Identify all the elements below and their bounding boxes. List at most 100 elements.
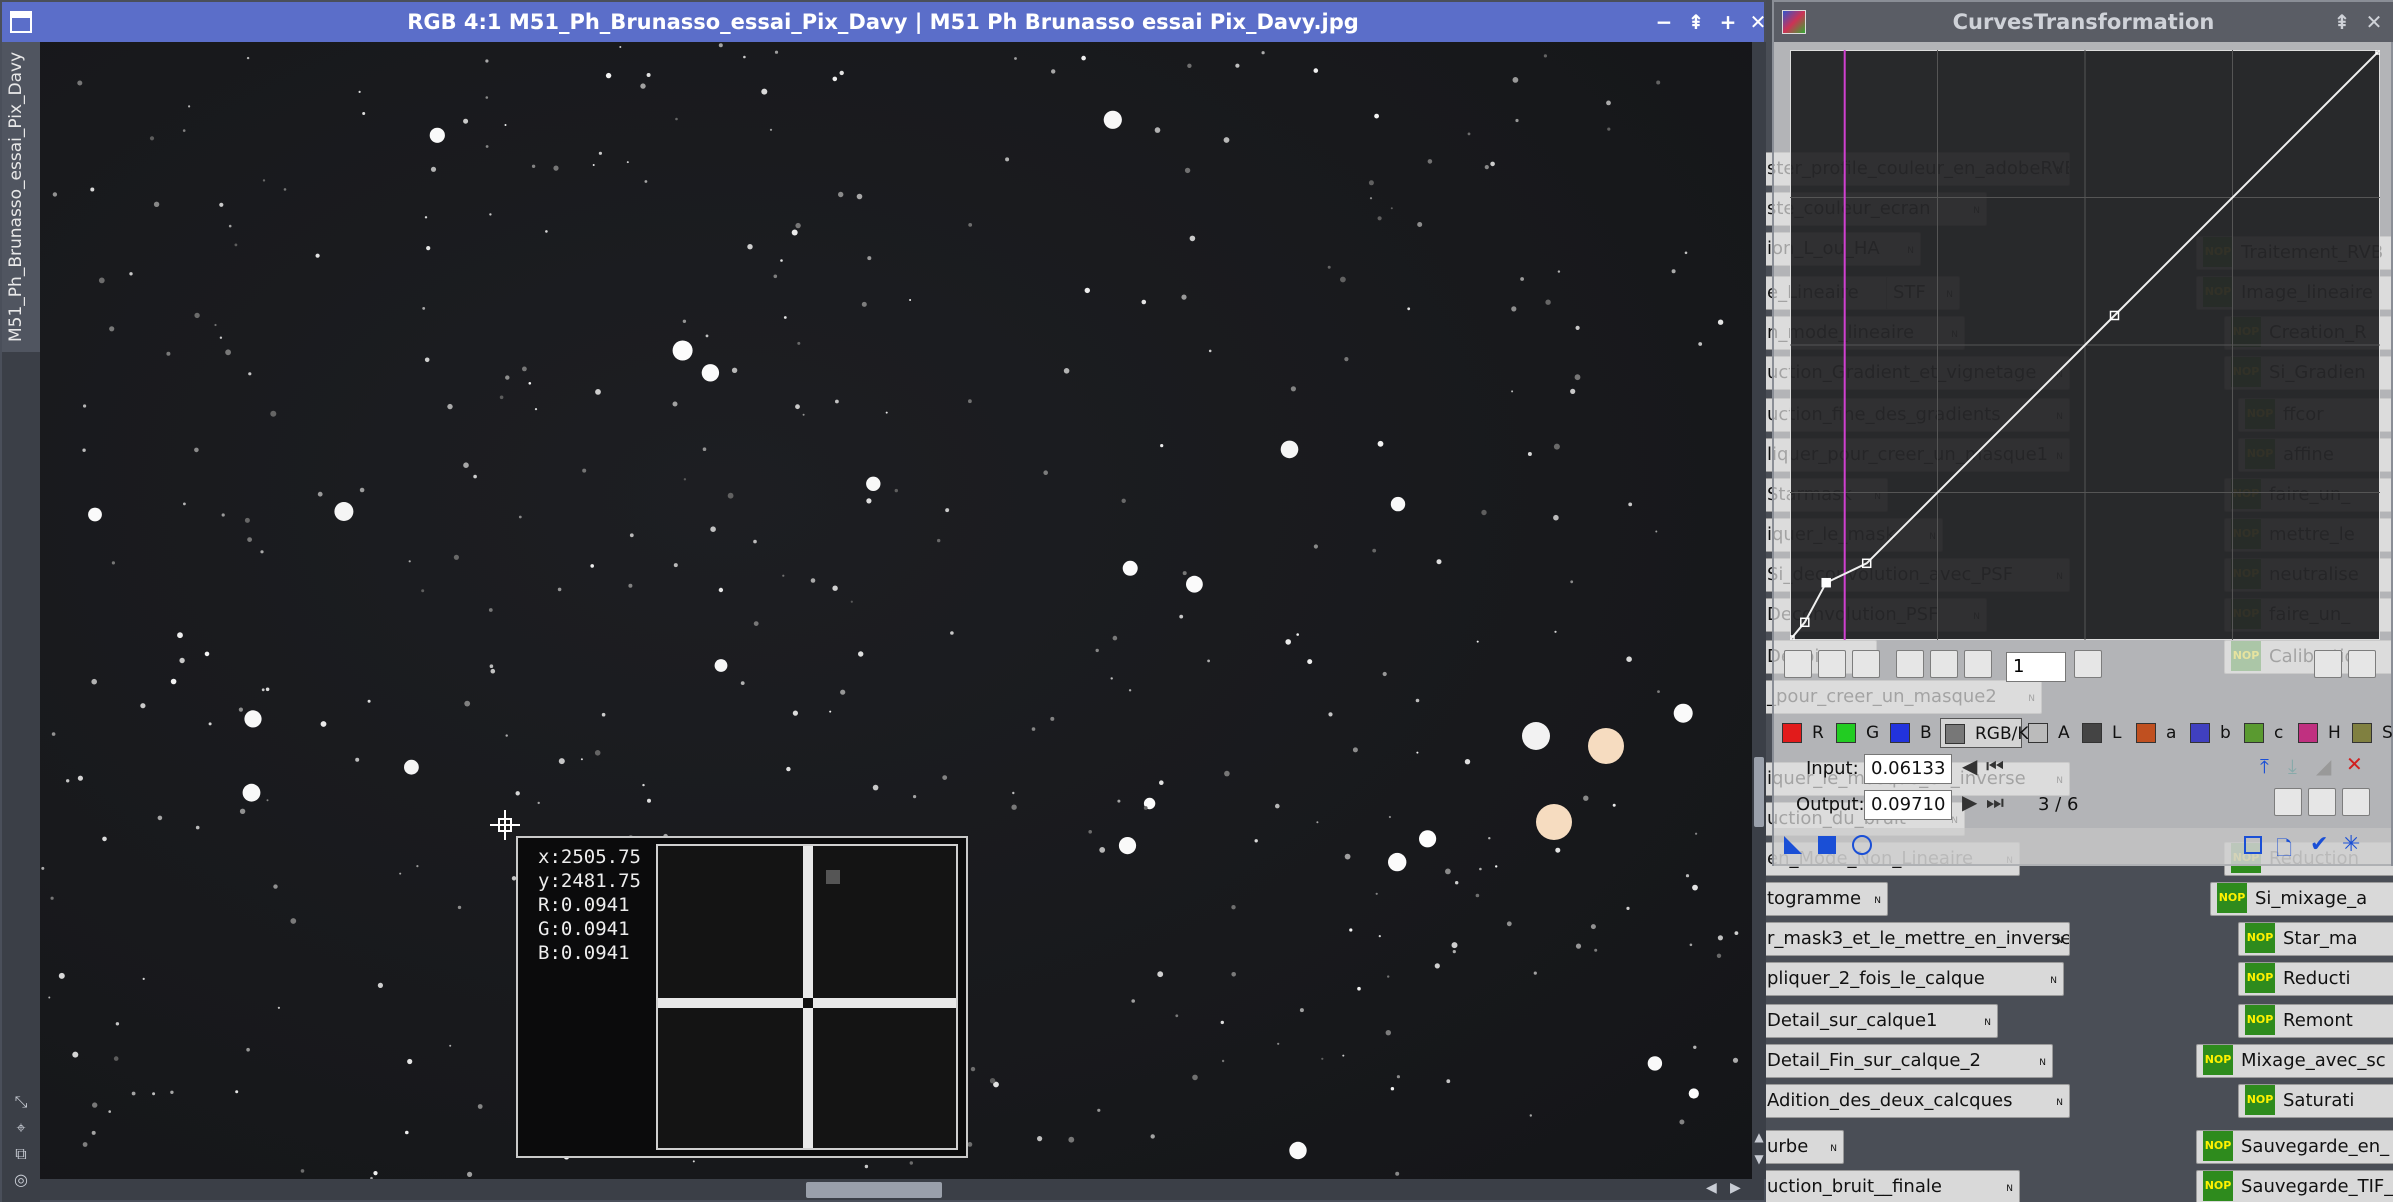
delete-point-mode-icon[interactable] [1852, 650, 1880, 678]
histogram-toggle-icon[interactable] [2314, 650, 2342, 678]
star [753, 621, 759, 626]
process-icon-left[interactable]: uction_bruit__finale N [1766, 1170, 2020, 1202]
zoom-out-icon[interactable] [1930, 650, 1958, 678]
scroll-down-icon[interactable]: ▼ [1752, 1152, 1766, 1166]
channel-c[interactable]: c [2240, 718, 2292, 748]
horizontal-scroll-thumb[interactable] [806, 1182, 942, 1198]
scroll-up-icon[interactable]: ▲ [1752, 1130, 1766, 1144]
curves-shade-button[interactable]: ⇞ [2330, 10, 2354, 34]
maximize-button[interactable]: + [1716, 10, 1740, 34]
channel-rgb-k[interactable]: RGB/K [1940, 718, 2029, 748]
interp-cubic-icon[interactable] [2274, 788, 2302, 816]
browse-docs-icon[interactable] [2244, 836, 2262, 854]
target-icon[interactable]: ◎ [13, 1172, 29, 1188]
output-field[interactable]: 0.09710 [1864, 790, 1952, 820]
scroll-left-icon[interactable]: ◀ [1706, 1180, 1717, 1196]
image-viewport[interactable]: x:2505.75 y:2481.75 R:0.0941 G:0.0941 B:… [40, 42, 1752, 1179]
zoom-in-icon[interactable] [1896, 650, 1924, 678]
process-icon-right[interactable]: NOP Sauvegarde_en_ [2196, 1130, 2393, 1164]
channel-b[interactable]: B [1886, 718, 1938, 748]
vertical-scrollbar[interactable]: ▲ ▼ [1752, 42, 1766, 1179]
star [835, 399, 839, 404]
fit-view-icon[interactable]: ⌖ [13, 1120, 29, 1136]
star [537, 801, 540, 805]
star [244, 710, 262, 728]
new-doc-icon[interactable]: 🗋 [2276, 834, 2292, 868]
magnifier-icon[interactable] [2074, 650, 2102, 678]
curve-graph[interactable] [1790, 50, 2380, 640]
curves-close-button[interactable]: ✕ [2362, 10, 2386, 34]
channel-a[interactable]: a [2132, 718, 2184, 748]
reset-instance-icon[interactable]: ✳ [2342, 832, 2360, 857]
channel-a[interactable]: A [2024, 718, 2076, 748]
process-icon-right[interactable]: NOP Saturati [2238, 1084, 2393, 1118]
prev-point-icon[interactable]: ◀ [1962, 754, 1977, 778]
process-icon-right[interactable]: NOP Si_mixage_a [2210, 882, 2393, 916]
star [968, 223, 973, 227]
channel-b[interactable]: b [2186, 718, 2238, 748]
image-window-titlebar[interactable]: RGB 4:1 M51_Ph_Brunasso_essai_Pix_Davy |… [2, 2, 1766, 42]
star [644, 180, 648, 183]
grid-toggle-icon[interactable] [2348, 650, 2376, 678]
curve-point[interactable] [1821, 577, 1831, 588]
channel-g[interactable]: G [1832, 718, 1884, 748]
view-side-tab[interactable]: M51_Ph_Brunasso_essai_Pix_Davy [2, 42, 40, 352]
star [840, 689, 846, 695]
vertical-scroll-thumb[interactable] [1754, 757, 1764, 827]
star [1377, 216, 1382, 221]
process-icon-left[interactable]: Detail_sur_calque1 N [1766, 1004, 1998, 1038]
process-icon-left[interactable]: Detail_Fin_sur_calque_2 N [1766, 1044, 2053, 1078]
restore-icon[interactable]: ⤓ [2288, 754, 2297, 778]
process-icon-left[interactable]: urbe N [1766, 1130, 1844, 1164]
reset-curve-icon[interactable]: ✕ [2346, 752, 2363, 776]
star [864, 1164, 869, 1169]
expand-icon[interactable]: ⤡ [13, 1094, 29, 1110]
interp-linear-icon[interactable] [2342, 788, 2370, 816]
edit-point-mode-icon[interactable] [1784, 650, 1812, 678]
next-point-icon[interactable]: ▶ [1962, 790, 1977, 814]
process-icon-right[interactable]: NOP Mixage_avec_sc [2196, 1044, 2393, 1078]
shade-button[interactable]: ⇞ [1684, 10, 1708, 34]
process-icon-right[interactable]: NOP Sauvegarde_TIF_ [2196, 1170, 2393, 1202]
horizontal-scrollbar[interactable]: ◀ ▶ [40, 1179, 1752, 1200]
zoom-factor-input[interactable]: 1 [2006, 652, 2066, 682]
process-icon-right[interactable]: NOP Reducti [2238, 962, 2393, 996]
invert-icon[interactable]: ◢ [2316, 754, 2331, 778]
interp-akima-icon[interactable] [2308, 788, 2336, 816]
scroll-right-icon[interactable]: ▶ [1730, 1180, 1741, 1196]
star [1476, 640, 1479, 643]
star [672, 340, 693, 361]
real-time-preview-icon[interactable] [1852, 835, 1872, 855]
process-icon-left[interactable]: pliquer_2_fois_le_calque N [1766, 962, 2064, 996]
input-field[interactable]: 0.06133 [1864, 754, 1952, 784]
apply-global-icon[interactable] [1818, 836, 1836, 854]
curves-titlebar[interactable]: CurvesTransformation ⇞ ✕ [1774, 2, 2393, 42]
clone-icon[interactable]: ⧉ [13, 1146, 29, 1162]
process-icon-left[interactable]: r_mask3_et_le_mettre_en_inverse N [1766, 922, 2070, 956]
process-icon-right[interactable]: NOP Remont [2238, 1004, 2393, 1038]
new-instance-icon[interactable] [1784, 836, 1802, 854]
channel-l[interactable]: L [2078, 718, 2130, 748]
select-point-mode-icon[interactable] [1818, 650, 1846, 678]
star [534, 408, 538, 411]
process-icon-left[interactable]: Adition_des_deux_calcques N [1766, 1084, 2070, 1118]
process-icon-right[interactable]: NOP Star_ma [2238, 922, 2393, 956]
star [77, 775, 83, 781]
first-point-icon[interactable]: ⏮ [1986, 754, 2004, 778]
apply-icon[interactable]: ✔ [2310, 832, 2328, 857]
channel-s[interactable]: S [2348, 718, 2393, 748]
channel-r[interactable]: R [1778, 718, 1830, 748]
pan-icon[interactable] [1964, 650, 1992, 678]
process-icon-left[interactable]: togramme N [1766, 882, 1888, 916]
star [761, 88, 768, 95]
store-icon[interactable]: ⤒ [2260, 754, 2269, 778]
star [1481, 509, 1487, 516]
last-point-icon[interactable]: ⏭ [1986, 790, 2004, 814]
star [408, 560, 411, 563]
channel-h[interactable]: H [2294, 718, 2346, 748]
channel-swatch [2244, 723, 2264, 743]
star [58, 972, 65, 979]
star [244, 517, 250, 523]
star [909, 1161, 913, 1165]
minimize-button[interactable]: − [1652, 10, 1676, 34]
